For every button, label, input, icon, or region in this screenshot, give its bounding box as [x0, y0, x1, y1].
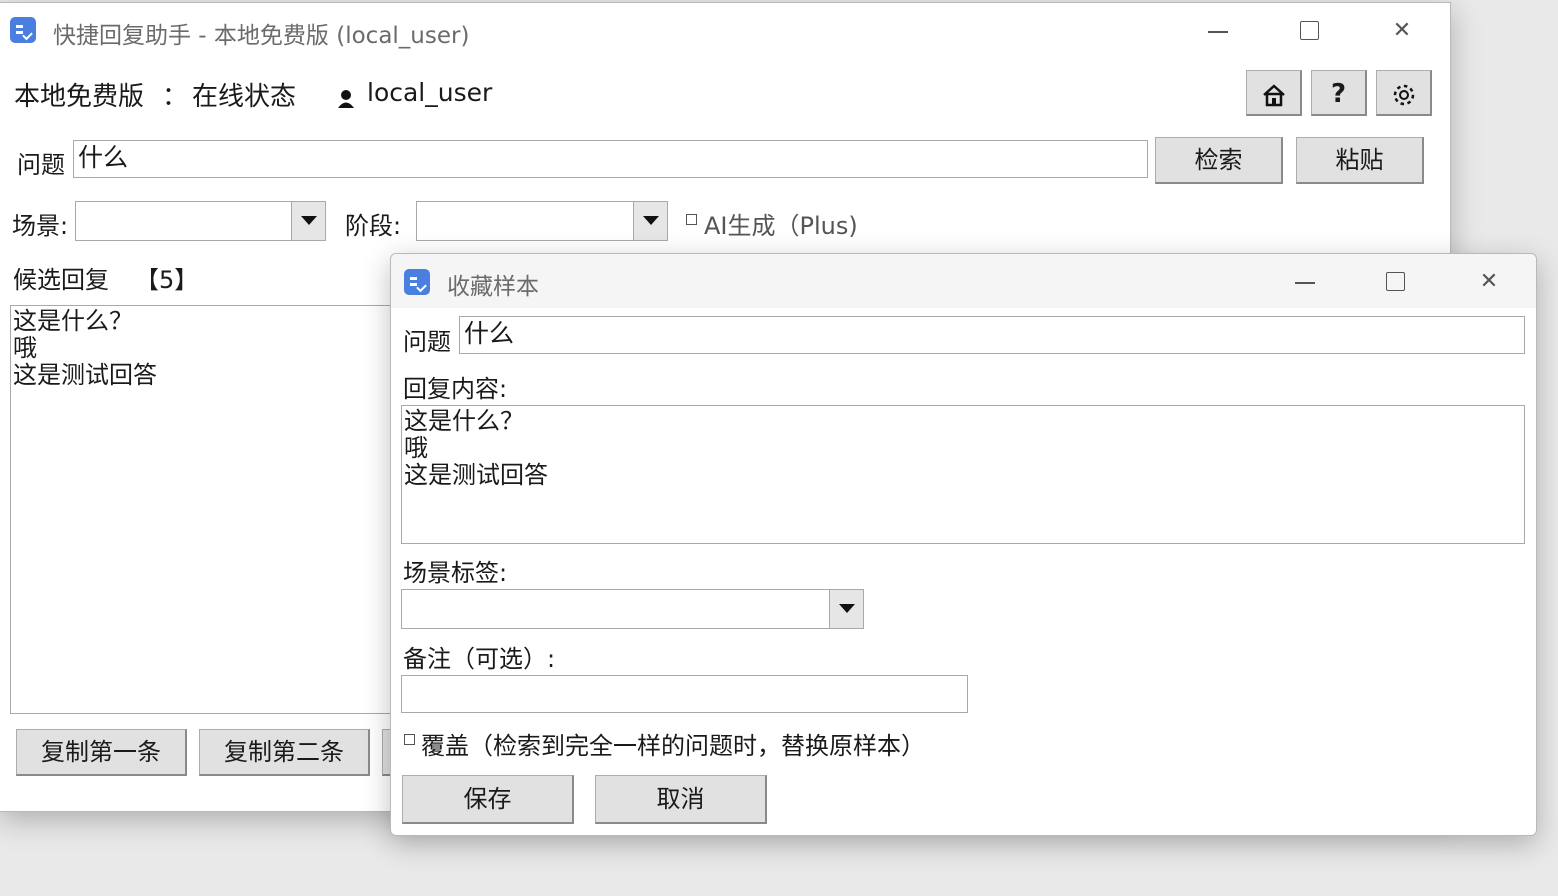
ai-generate-checkbox[interactable]: [686, 214, 697, 225]
copy-first-button[interactable]: 复制第一条: [16, 729, 187, 776]
app-icon: [10, 17, 36, 43]
stage-label: 阶段:: [345, 212, 402, 240]
candidate-line: 这是什么？: [13, 307, 133, 335]
minimize-icon[interactable]: [1282, 262, 1328, 302]
reply-line: 这是测试回答: [404, 461, 548, 489]
note-input[interactable]: [401, 675, 968, 713]
main-titlebar[interactable]: 快捷回复助手 - 本地免费版 (local_user) ✕: [0, 3, 1450, 59]
note-label: 备注（可选）:: [403, 645, 556, 673]
close-icon[interactable]: ✕: [1379, 11, 1425, 51]
overwrite-label: 覆盖（检索到完全一样的问题时，替换原样本）: [421, 732, 925, 760]
settings-button[interactable]: [1376, 70, 1432, 116]
save-button[interactable]: 保存: [402, 775, 574, 824]
minimize-icon[interactable]: [1195, 11, 1241, 51]
app-icon: [404, 269, 430, 295]
chevron-down-icon: [291, 202, 325, 240]
reply-content-textarea[interactable]: 这是什么？ 哦 这是测试回答: [401, 405, 1525, 544]
maximize-icon[interactable]: [1372, 262, 1418, 302]
status-online: 在线状态: [192, 82, 297, 112]
user-icon: [337, 89, 355, 109]
search-button[interactable]: 检索: [1155, 137, 1283, 184]
home-button[interactable]: [1246, 70, 1302, 116]
question-label: 问题: [17, 151, 65, 179]
copy-second-button[interactable]: 复制第二条: [199, 729, 370, 776]
reply-line: 哦: [404, 434, 428, 462]
close-icon[interactable]: ✕: [1466, 262, 1512, 302]
dialog-question-input[interactable]: 什么: [459, 316, 1525, 354]
ai-generate-label: AI生成（Plus): [704, 212, 858, 240]
dialog-question-label: 问题: [403, 328, 451, 356]
reply-line: 这是什么？: [404, 407, 524, 435]
overwrite-checkbox[interactable]: [404, 734, 415, 745]
scene-label: 场景:: [12, 212, 69, 240]
candidates-count: 【5】: [135, 266, 199, 294]
help-icon: ?: [1330, 79, 1347, 109]
paste-button[interactable]: 粘贴: [1296, 137, 1424, 184]
status-separator: ：: [162, 82, 189, 112]
main-window-title: 快捷回复助手 - 本地免费版 (local_user): [53, 23, 470, 49]
username-label: local_user: [367, 78, 493, 107]
chevron-down-icon: [633, 202, 667, 240]
scene-select[interactable]: [75, 201, 326, 241]
maximize-icon[interactable]: [1286, 11, 1332, 51]
dialog-titlebar[interactable]: 收藏样本 ✕: [391, 254, 1536, 308]
candidate-line: 这是测试回答: [13, 361, 157, 389]
scene-tag-label: 场景标签:: [403, 559, 508, 587]
chevron-down-icon: [829, 590, 863, 628]
dialog-title: 收藏样本: [447, 274, 539, 300]
favorite-sample-dialog: 收藏样本 ✕ 问题 什么 回复内容: 这是什么？ 哦 这是测试回答 场景标签: …: [390, 253, 1537, 836]
cancel-button[interactable]: 取消: [595, 775, 767, 824]
candidates-textarea[interactable]: 这是什么？ 哦 这是测试回答: [10, 305, 410, 714]
status-edition: 本地免费版: [14, 82, 145, 112]
gear-icon: [1391, 79, 1417, 109]
reply-content-label: 回复内容:: [403, 375, 508, 403]
candidates-label: 候选回复: [13, 266, 109, 294]
stage-select[interactable]: [416, 201, 668, 241]
home-icon: [1261, 79, 1287, 109]
scene-tag-select[interactable]: [401, 589, 864, 629]
question-input[interactable]: 什么: [73, 140, 1148, 178]
help-button[interactable]: ?: [1311, 70, 1367, 116]
candidate-line: 哦: [13, 334, 37, 362]
